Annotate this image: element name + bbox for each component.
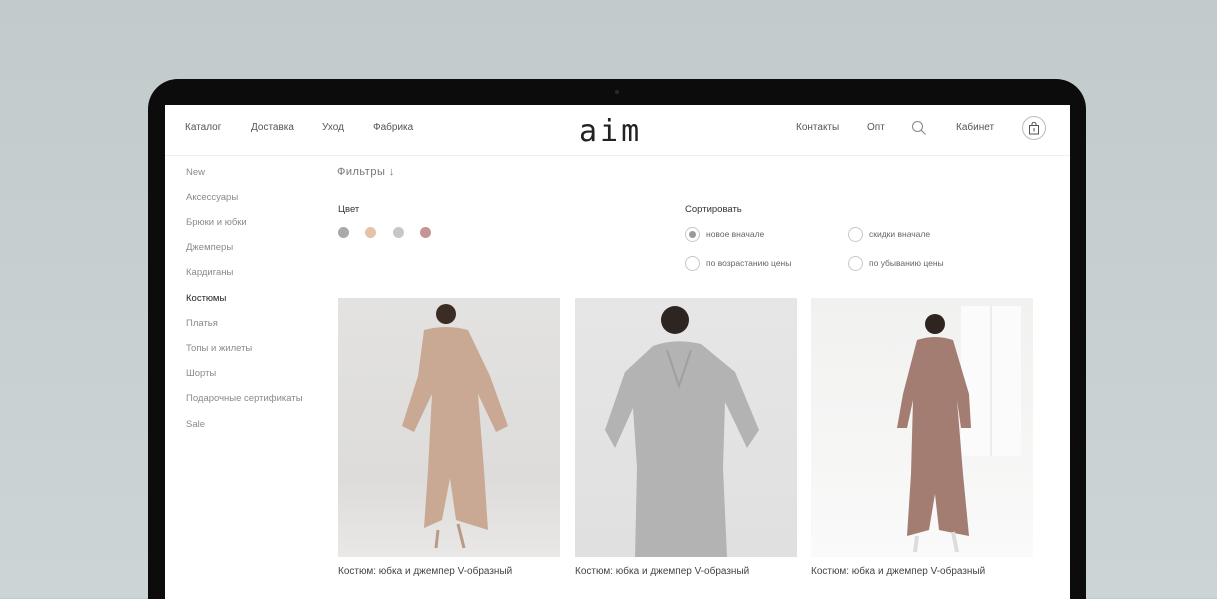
- site-logo[interactable]: aim: [579, 114, 642, 149]
- product-garment: [605, 341, 759, 557]
- nav-delivery[interactable]: Доставка: [251, 122, 294, 133]
- sort-option-label: новое вначале: [706, 229, 765, 239]
- product-garment: [897, 337, 971, 536]
- product-title[interactable]: Костюм: юбка и джемпер V-образный: [811, 566, 985, 577]
- sidebar-item-jumpers[interactable]: Джемперы: [186, 242, 233, 253]
- search-icon[interactable]: [911, 120, 927, 136]
- sort-option-label: скидки вначале: [869, 229, 931, 239]
- product-garment: [402, 327, 508, 530]
- color-swatch[interactable]: [420, 227, 431, 238]
- nav-care[interactable]: Уход: [322, 122, 344, 133]
- radio-button[interactable]: [848, 256, 863, 271]
- radio-button[interactable]: [685, 227, 700, 242]
- sidebar-item-suits[interactable]: Костюмы: [186, 293, 226, 304]
- product-image[interactable]: [338, 298, 560, 557]
- nav-catalog[interactable]: Каталог: [185, 122, 221, 133]
- color-swatch[interactable]: [365, 227, 376, 238]
- browser-screen: Каталог Доставка Уход Фабрика aim Контак…: [165, 105, 1070, 599]
- shopping-bag-icon[interactable]: [1022, 116, 1046, 140]
- sort-option-label: по убыванию цены: [869, 258, 944, 268]
- nav-wholesale[interactable]: Опт: [867, 122, 885, 133]
- color-swatch[interactable]: [393, 227, 404, 238]
- nav-account[interactable]: Кабинет: [956, 122, 994, 133]
- sidebar-item-tops-vests[interactable]: Топы и жилеты: [186, 343, 252, 354]
- sidebar-item-trousers-skirts[interactable]: Брюки и юбки: [186, 217, 247, 228]
- laptop-frame: Каталог Доставка Уход Фабрика aim Контак…: [148, 79, 1086, 599]
- sidebar-item-dresses[interactable]: Платья: [186, 318, 218, 329]
- color-filter-label: Цвет: [338, 204, 360, 215]
- sort-label: Сортировать: [685, 204, 742, 215]
- product-title[interactable]: Костюм: юбка и джемпер V-образный: [575, 566, 749, 577]
- sidebar-item-gift-cards[interactable]: Подарочные сертификаты: [186, 393, 303, 404]
- product-image[interactable]: [811, 298, 1033, 557]
- color-swatch[interactable]: [338, 227, 349, 238]
- sidebar-item-cardigans[interactable]: Кардиганы: [186, 267, 233, 278]
- sidebar-item-accessories[interactable]: Аксессуары: [186, 192, 238, 203]
- sort-option-label: по возрастанию цены: [706, 258, 792, 268]
- sidebar-item-sale[interactable]: Sale: [186, 419, 205, 430]
- sidebar-item-shorts[interactable]: Шорты: [186, 368, 216, 379]
- product-image[interactable]: [575, 298, 797, 557]
- site-header: Каталог Доставка Уход Фабрика aim Контак…: [165, 105, 1070, 156]
- radio-button[interactable]: [848, 227, 863, 242]
- camera: [615, 90, 619, 94]
- radio-button[interactable]: [685, 256, 700, 271]
- nav-factory[interactable]: Фабрика: [373, 122, 413, 133]
- sidebar-item-new[interactable]: New: [186, 167, 205, 178]
- product-title[interactable]: Костюм: юбка и джемпер V-образный: [338, 566, 512, 577]
- filters-toggle[interactable]: Фильтры ↓: [337, 166, 395, 178]
- nav-contacts[interactable]: Контакты: [796, 122, 839, 133]
